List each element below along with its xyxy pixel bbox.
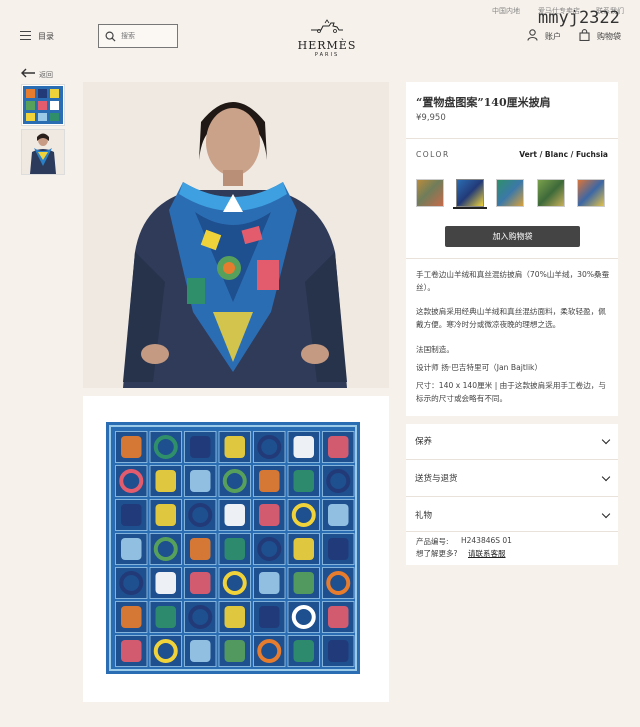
cart-link[interactable]: 购物袋	[597, 31, 621, 42]
divider	[406, 138, 618, 139]
accordion-shipping[interactable]: 送货与退货	[406, 463, 618, 493]
description-designer: 设计师 扬·巴吉特里可（Jan Bajtlik）	[416, 363, 543, 372]
menu-label[interactable]: 目录	[38, 31, 54, 42]
divider	[406, 258, 618, 259]
accordion-gift[interactable]: 礼物	[406, 500, 618, 530]
description-details: 这款披肩采用经典山羊绒和真丝混纺面料，柔软轻盈，佩戴方便。寒冷时分或微凉夜晚的理…	[416, 307, 606, 329]
color-swatch-5[interactable]	[577, 179, 605, 207]
account-link[interactable]: 账户	[545, 31, 561, 42]
selected-swatch-indicator	[453, 207, 487, 209]
chevron-down-icon	[601, 435, 611, 444]
shopping-bag-icon[interactable]	[579, 29, 590, 41]
product-code-label: 产品编号:	[416, 537, 449, 546]
carriage-logo-icon	[311, 19, 343, 33]
back-link[interactable]: 返回	[39, 70, 53, 80]
add-to-bag-button[interactable]: 加入购物袋	[445, 226, 580, 247]
product-image-scarf	[83, 396, 389, 702]
logo-city: PARIS	[314, 52, 340, 58]
menu-icon[interactable]	[20, 31, 31, 40]
accordion-care[interactable]: 保养	[406, 426, 618, 456]
back-arrow-icon[interactable]	[21, 68, 36, 78]
product-image-model	[83, 82, 389, 388]
search-input-wrapper[interactable]	[98, 24, 178, 48]
chevron-down-icon	[601, 472, 611, 481]
search-input[interactable]	[121, 32, 173, 40]
color-swatch-1[interactable]	[416, 179, 444, 207]
accordion-gift-label: 礼物	[415, 511, 433, 521]
product-code: H243846S 01	[461, 536, 512, 545]
divider	[406, 531, 618, 532]
watermark-text: mmyj2322	[538, 8, 620, 28]
color-label: COLOR	[416, 150, 450, 159]
color-swatch-2-selected[interactable]	[456, 179, 484, 207]
contact-advisor-link[interactable]: 请联系客服	[468, 548, 506, 559]
color-swatch-4[interactable]	[537, 179, 565, 207]
description-composition: 手工卷边山羊绒和真丝混纺披肩（70%山羊绒，30%桑蚕丝）。	[416, 270, 610, 292]
chevron-down-icon	[601, 509, 611, 518]
region-link[interactable]: 中国内地	[492, 6, 520, 16]
more-info-text: 想了解更多?	[416, 549, 458, 558]
description-origin: 法国制造。	[416, 345, 454, 354]
description-size: 尺寸：140 x 140厘米 | 由于这款披肩采用手工卷边，与标示的尺寸或会略有…	[416, 381, 606, 403]
user-icon[interactable]	[527, 29, 538, 41]
color-swatch-3[interactable]	[496, 179, 524, 207]
search-icon	[105, 31, 116, 42]
brand-logo[interactable]: HERMÈS PARIS	[296, 18, 358, 58]
product-title: “置物盘图案”140厘米披肩	[416, 96, 551, 109]
selected-color-value: Vert / Blanc / Fuchsia	[519, 150, 608, 159]
logo-name: HERMÈS	[297, 39, 357, 52]
accordion-care-label: 保养	[415, 437, 433, 447]
thumbnail-scarf[interactable]	[21, 84, 65, 126]
thumbnail-model[interactable]	[21, 129, 65, 175]
divider	[406, 459, 618, 460]
divider	[406, 496, 618, 497]
accordion-shipping-label: 送货与退货	[415, 474, 458, 484]
product-price: ¥9,950	[416, 113, 446, 123]
